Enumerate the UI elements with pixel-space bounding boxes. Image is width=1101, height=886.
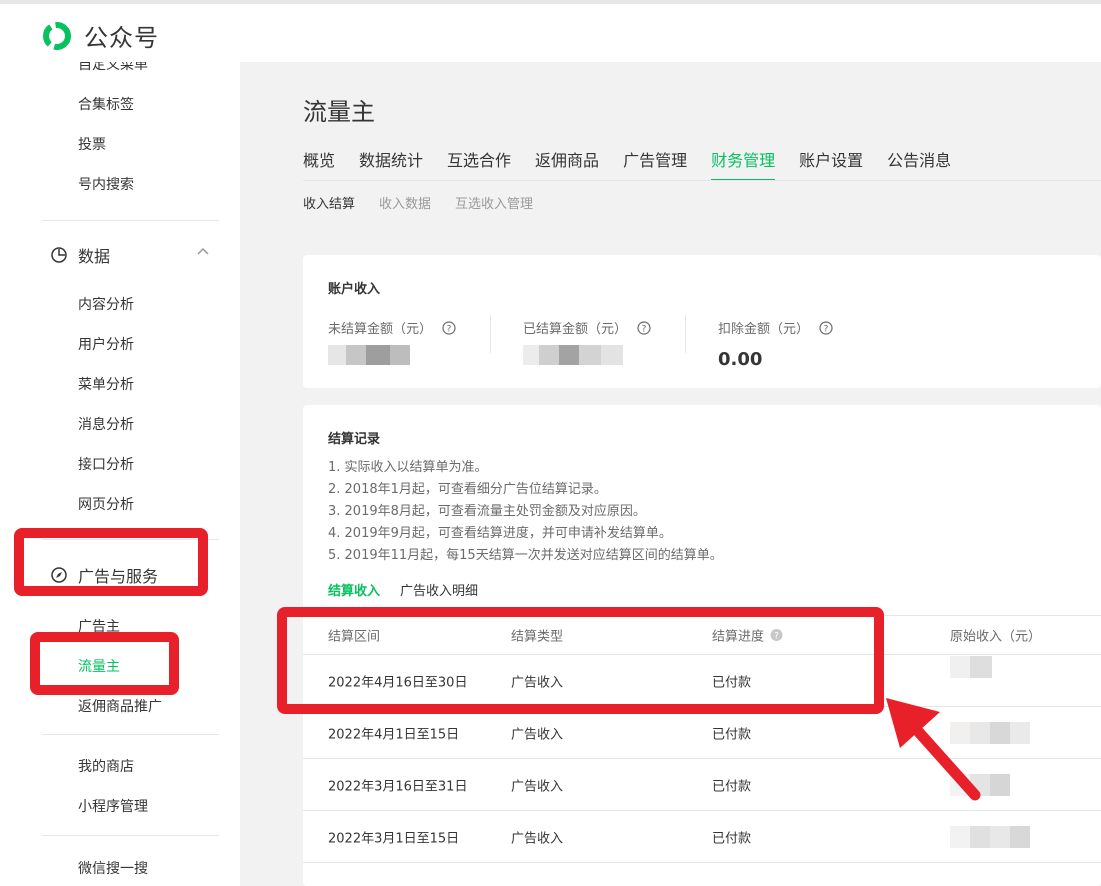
tab-announcements[interactable]: 公告消息 — [887, 147, 951, 181]
sidebar-item-message-analysis[interactable]: 消息分析 — [78, 414, 134, 434]
arrow-annotation-icon — [886, 698, 981, 801]
card-title: 账户收入 — [328, 282, 381, 297]
table-row[interactable]: 2022年3月1日至15日 广告收入 已付款 — [303, 811, 1101, 863]
deducted-value: 0.00 — [718, 349, 763, 370]
sidebar-item-content-analysis[interactable]: 内容分析 — [78, 294, 134, 314]
metric-divider — [490, 315, 491, 353]
svg-text:?: ? — [447, 324, 452, 334]
card-title: 结算记录 — [328, 432, 381, 447]
cell-period: 2022年3月16日至31日 — [328, 779, 468, 794]
subtab-mutual-income[interactable]: 互选收入管理 — [455, 193, 533, 212]
highlight-box-table-row — [277, 607, 884, 714]
main-tabs: 概览 数据统计 互选合作 返佣商品 广告管理 财务管理 账户设置 公告消息 — [303, 147, 975, 181]
tab-ad-management[interactable]: 广告管理 — [623, 147, 687, 181]
unsettled-amount: 未结算金额（元） ? — [328, 318, 456, 365]
sidebar-item-custom-menu[interactable]: 自定义菜单 — [78, 62, 148, 74]
cell-status: 已付款 — [712, 727, 752, 742]
highlight-box-ads-group — [14, 528, 208, 596]
tab-account-settings[interactable]: 账户设置 — [799, 147, 863, 181]
metric-label: 扣除金额（元） — [718, 322, 810, 337]
chevron-up-icon[interactable] — [196, 247, 210, 257]
metric-label: 未结算金额（元） — [328, 322, 433, 337]
sidebar-item-my-store[interactable]: 我的商店 — [78, 756, 134, 776]
tab-statistics[interactable]: 数据统计 — [359, 147, 423, 181]
question-circle-icon[interactable]: ? — [637, 320, 651, 335]
cell-type: 广告收入 — [511, 779, 564, 794]
note-line: 1. 实际收入以结算单为准。 — [328, 460, 488, 475]
metric-divider — [685, 315, 686, 353]
cell-status: 已付款 — [712, 779, 752, 794]
subtab-income-data[interactable]: 收入数据 — [379, 193, 431, 212]
note-line: 3. 2019年8月起，可查看流量主处罚金额及对应原因。 — [328, 504, 646, 519]
sidebar-group-data[interactable]: 数据 — [50, 243, 110, 267]
tab-ad-income-detail[interactable]: 广告收入明细 — [400, 580, 478, 599]
column-header: 原始收入（元） — [950, 629, 1042, 645]
cell-status: 已付款 — [712, 831, 752, 846]
sidebar-item-collection-tags[interactable]: 合集标签 — [78, 94, 134, 114]
app-name: 公众号 — [84, 24, 159, 52]
note-line: 5. 2019年11月起，每15天结算一次并发送对应结算区间的结算单。 — [328, 548, 723, 563]
cell-type: 广告收入 — [511, 727, 564, 742]
sidebar-divider — [42, 734, 219, 735]
subtab-income-settlement[interactable]: 收入结算 — [303, 193, 355, 212]
redacted-value — [523, 345, 651, 365]
sidebar-item-user-analysis[interactable]: 用户分析 — [78, 334, 134, 354]
logo[interactable]: 公众号 — [40, 18, 159, 53]
sidebar-item-search[interactable]: 号内搜索 — [78, 174, 134, 194]
deducted-amount: 扣除金额（元） ? 0.00 — [718, 318, 833, 370]
sub-tabs: 收入结算 收入数据 互选收入管理 — [303, 193, 557, 212]
sidebar-divider — [42, 835, 219, 836]
highlight-box-traffic-owner — [30, 632, 179, 695]
sidebar-item-vote[interactable]: 投票 — [78, 134, 106, 154]
tab-settlement-income[interactable]: 结算收入 — [328, 580, 380, 599]
wechat-official-account-logo-icon — [43, 21, 71, 50]
tab-commission-products[interactable]: 返佣商品 — [535, 147, 599, 181]
records-tabs: 结算收入 广告收入明细 — [328, 580, 498, 599]
cell-redacted-income — [950, 825, 1030, 848]
metric-label: 已结算金额（元） — [523, 322, 628, 337]
account-income-card: 账户收入 未结算金额（元） ? 已结算金额（元） ? 扣除金额（元） ? 0.0… — [303, 255, 1101, 388]
sidebar-item-wechat-search[interactable]: 微信搜一搜 — [78, 858, 148, 878]
tab-mutual-selection[interactable]: 互选合作 — [447, 147, 511, 181]
settled-amount: 已结算金额（元） ? — [523, 318, 651, 365]
redacted-value — [328, 345, 456, 365]
question-circle-icon[interactable]: ? — [819, 320, 833, 335]
tab-finance[interactable]: 财务管理 — [711, 147, 776, 181]
note-line: 4. 2019年9月起，可查看结算进度，并可申请补发结算单。 — [328, 526, 672, 541]
sidebar-group-label: 数据 — [78, 247, 111, 266]
cell-period: 2022年3月1日至15日 — [328, 831, 460, 846]
sidebar-item-web-analysis[interactable]: 网页分析 — [78, 494, 134, 514]
top-bar: 公众号 — [0, 0, 1101, 62]
settlement-notes: 1. 实际收入以结算单为准。 2. 2018年1月起，可查看细分广告位结算记录。… — [328, 457, 723, 567]
note-line: 2. 2018年1月起，可查看细分广告位结算记录。 — [328, 482, 607, 497]
sidebar: 自定义菜单 合集标签 投票 号内搜索 数据 内容分析 用户分析 菜单分析 消息分… — [0, 62, 240, 886]
tabs-divider — [303, 180, 1101, 181]
svg-text:?: ? — [824, 324, 829, 334]
page-title: 流量主 — [303, 98, 375, 126]
cell-period: 2022年4月1日至15日 — [328, 727, 460, 742]
question-circle-icon[interactable]: ? — [442, 320, 456, 335]
sidebar-item-api-analysis[interactable]: 接口分析 — [78, 454, 134, 474]
cell-type: 广告收入 — [511, 831, 564, 846]
sidebar-item-mini-program[interactable]: 小程序管理 — [78, 796, 148, 816]
tab-overview[interactable]: 概览 — [303, 147, 335, 181]
pie-chart-icon — [51, 247, 67, 263]
sidebar-divider — [42, 220, 219, 221]
sidebar-item-commission-products[interactable]: 返佣商品推广 — [78, 696, 162, 716]
svg-text:?: ? — [642, 324, 647, 334]
sidebar-item-menu-analysis[interactable]: 菜单分析 — [78, 374, 134, 394]
